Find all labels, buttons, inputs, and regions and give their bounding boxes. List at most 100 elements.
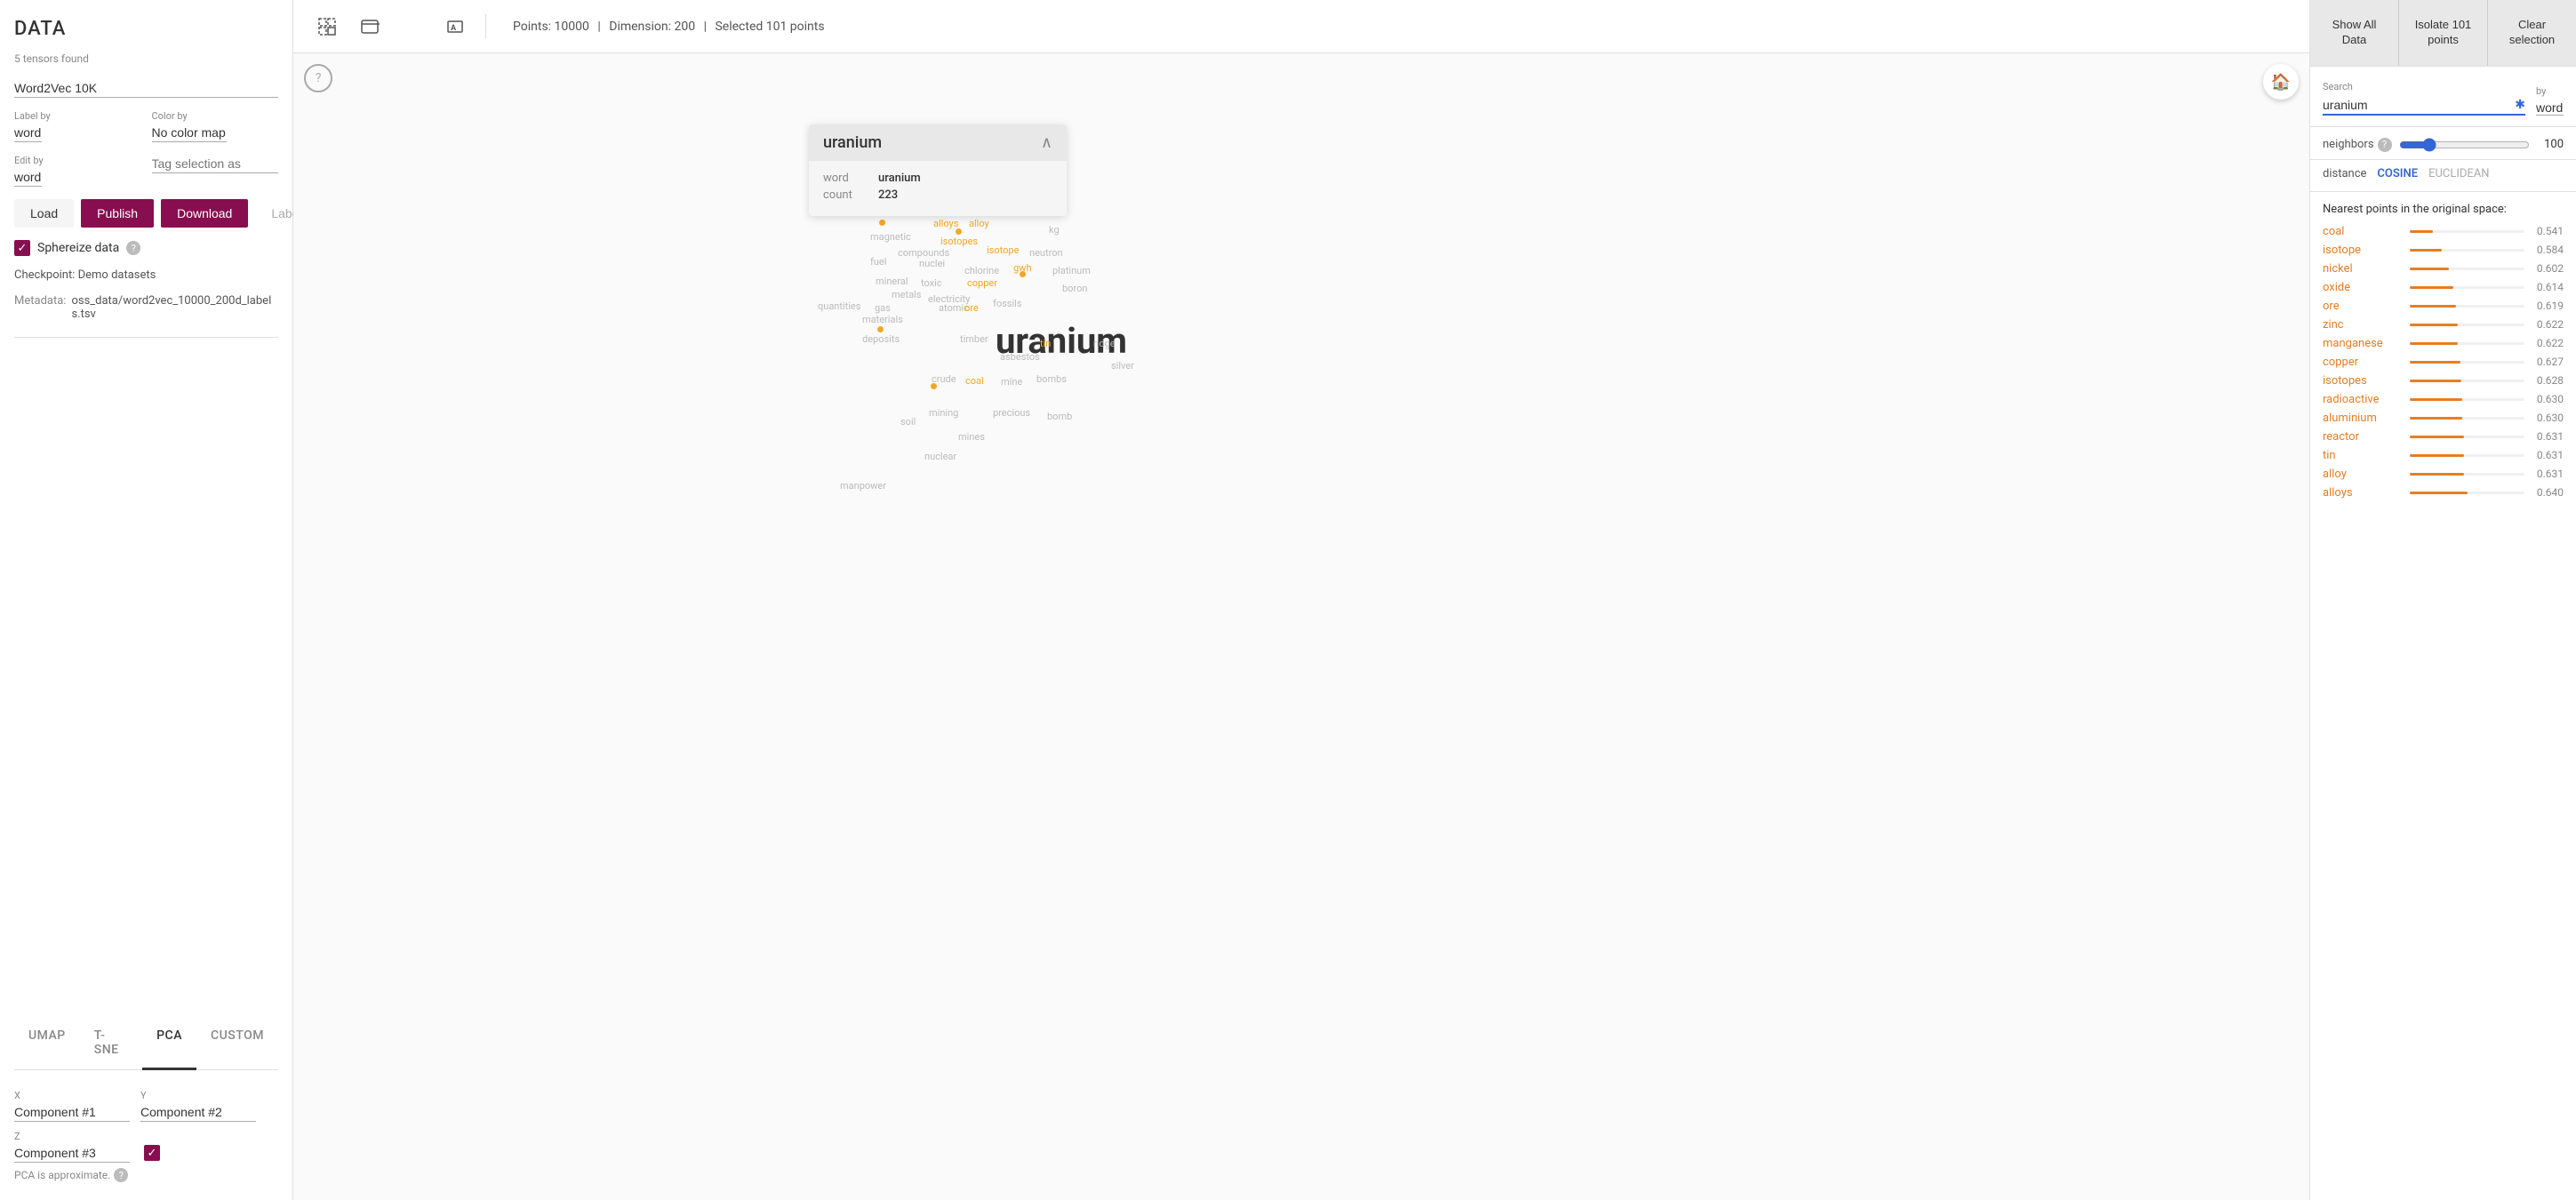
nearest-word[interactable]: radioactive xyxy=(2323,393,2403,406)
sphereize-help-icon[interactable]: ? xyxy=(126,241,140,255)
color-by-select[interactable]: No color map xyxy=(152,124,227,142)
edit-by-select[interactable]: word xyxy=(14,168,42,187)
canvas-area[interactable]: ionsoxidethermalhydrogengraphitealloysal… xyxy=(293,53,2309,1200)
word-bombs[interactable]: bombs xyxy=(1036,373,1067,385)
top-btn-1[interactable]: Isolate 101 points xyxy=(2399,0,2488,66)
word-mine[interactable]: mine xyxy=(1001,376,1022,388)
nearest-bar-wrap xyxy=(2410,324,2524,326)
nearest-word[interactable]: copper xyxy=(2323,356,2403,369)
search-star-icon[interactable]: ✱ xyxy=(2515,98,2525,112)
nearest-word[interactable]: reactor xyxy=(2323,430,2403,444)
z-col: Z Component #3 xyxy=(14,1131,130,1163)
nearest-word[interactable]: alloys xyxy=(2323,486,2403,500)
pca-approx-help-icon[interactable]: ? xyxy=(114,1168,128,1182)
z-checkbox[interactable] xyxy=(144,1145,160,1161)
word-coal[interactable]: coal xyxy=(965,375,984,387)
points-info: Points: 10000 xyxy=(513,20,589,34)
word-mineral[interactable]: mineral xyxy=(876,276,908,287)
tab-custom[interactable]: CUSTOM xyxy=(196,1018,278,1070)
tab-tsne[interactable]: T-SNE xyxy=(80,1018,142,1070)
x-select[interactable]: Component #1 xyxy=(14,1103,130,1122)
canvas-help-button[interactable]: ? xyxy=(304,64,332,92)
word-manpower[interactable]: manpower xyxy=(840,480,886,492)
publish-button[interactable]: Publish xyxy=(81,199,154,228)
nearest-word[interactable]: oxide xyxy=(2323,281,2403,294)
word-ridge[interactable]: ridge xyxy=(1093,338,1116,349)
home-button[interactable]: 🏠 xyxy=(2263,64,2299,100)
dot-1[interactable] xyxy=(956,228,962,235)
dot-4[interactable] xyxy=(931,383,937,389)
word-platinum[interactable]: platinum xyxy=(1052,265,1091,276)
neighbors-help-icon[interactable]: ? xyxy=(2378,138,2392,152)
word-chlorine[interactable]: chlorine xyxy=(964,265,999,276)
word-fossils[interactable]: fossils xyxy=(993,298,1021,309)
label-icon[interactable]: A xyxy=(439,11,471,43)
nearest-bar xyxy=(2410,473,2464,476)
word-precious[interactable]: precious xyxy=(993,407,1030,419)
nearest-word[interactable]: tin xyxy=(2323,449,2403,462)
nearest-word[interactable]: ore xyxy=(2323,300,2403,313)
sphereize-checkbox[interactable] xyxy=(14,240,30,256)
word-copper[interactable]: copper xyxy=(967,277,997,289)
tab-umap[interactable]: UMAP xyxy=(14,1018,80,1070)
word-tin[interactable]: tin xyxy=(1040,338,1051,349)
search-input[interactable] xyxy=(2323,98,2511,112)
word-nuclear[interactable]: nuclear xyxy=(924,451,956,462)
nearest-word[interactable]: aluminium xyxy=(2323,412,2403,425)
word-alloys[interactable]: alloys xyxy=(933,218,958,229)
word-kg[interactable]: kg xyxy=(1049,224,1060,236)
selection-icon[interactable] xyxy=(311,11,343,43)
word-isotopes[interactable]: isotopes xyxy=(940,236,978,247)
neighbors-slider[interactable] xyxy=(2399,138,2530,152)
word-asbestos[interactable]: asbestos xyxy=(1000,351,1040,363)
word-mines[interactable]: mines xyxy=(958,431,985,443)
y-select[interactable]: Component #2 xyxy=(140,1103,256,1122)
word-mining[interactable]: mining xyxy=(929,407,958,419)
tooltip-close-button[interactable]: ∧ xyxy=(1041,135,1052,151)
nearest-word[interactable]: coal xyxy=(2323,225,2403,238)
dot-0[interactable] xyxy=(879,220,885,226)
top-btn-0[interactable]: Show All Data xyxy=(2310,0,2399,66)
word-nuclei[interactable]: nuclei xyxy=(919,258,945,269)
word-cloud[interactable]: ionsoxidethermalhydrogengraphitealloysal… xyxy=(293,53,2309,1200)
z-select[interactable]: Component #3 xyxy=(14,1144,130,1163)
by-select[interactable]: word xyxy=(2536,100,2564,116)
download-button[interactable]: Download xyxy=(161,199,248,228)
euclidean-button[interactable]: EUCLIDEAN xyxy=(2428,167,2490,180)
word-timber[interactable]: timber xyxy=(960,333,988,345)
nightmode-icon[interactable] xyxy=(396,11,428,43)
word-materials[interactable]: materials xyxy=(862,314,903,325)
nearest-word[interactable]: nickel xyxy=(2323,262,2403,276)
cosine-button[interactable]: COSINE xyxy=(2377,167,2418,180)
tab-pca[interactable]: PCA xyxy=(142,1018,196,1070)
screenshot-icon[interactable] xyxy=(354,11,386,43)
word-ore[interactable]: ore xyxy=(964,302,979,314)
toolbar-info: Points: 10000 | Dimension: 200 | Selecte… xyxy=(508,20,830,34)
word-fuel[interactable]: fuel xyxy=(870,256,886,268)
word-alloy[interactable]: alloy xyxy=(969,218,989,229)
nearest-word[interactable]: alloy xyxy=(2323,468,2403,481)
dot-2[interactable] xyxy=(1020,271,1026,277)
nearest-word[interactable]: manganese xyxy=(2323,337,2403,350)
word-gas[interactable]: gas xyxy=(875,302,891,314)
word-metals[interactable]: metals xyxy=(892,289,921,300)
nearest-word[interactable]: isotopes xyxy=(2323,374,2403,388)
word-deposits[interactable]: deposits xyxy=(862,333,900,345)
dataset-select[interactable]: Word2Vec 10K xyxy=(14,79,278,98)
nearest-word[interactable]: zinc xyxy=(2323,318,2403,332)
load-button[interactable]: Load xyxy=(14,199,74,228)
word-bomb[interactable]: bomb xyxy=(1047,411,1072,422)
word-isotope[interactable]: isotope xyxy=(987,244,1019,256)
word-neutron[interactable]: neutron xyxy=(1029,247,1063,259)
tag-selection-input[interactable] xyxy=(152,155,279,173)
word-quantities[interactable]: quantities xyxy=(818,300,860,312)
top-btn-2[interactable]: Clear selection xyxy=(2488,0,2576,66)
word-silver[interactable]: silver xyxy=(1111,360,1134,372)
nearest-word[interactable]: isotope xyxy=(2323,244,2403,257)
label-by-select[interactable]: word xyxy=(14,124,42,142)
word-boron[interactable]: boron xyxy=(1062,283,1087,294)
word-magnetic[interactable]: magnetic xyxy=(870,231,911,243)
dot-3[interactable] xyxy=(877,326,884,332)
word-toxic[interactable]: toxic xyxy=(921,277,942,289)
word-soil[interactable]: soil xyxy=(900,416,916,428)
